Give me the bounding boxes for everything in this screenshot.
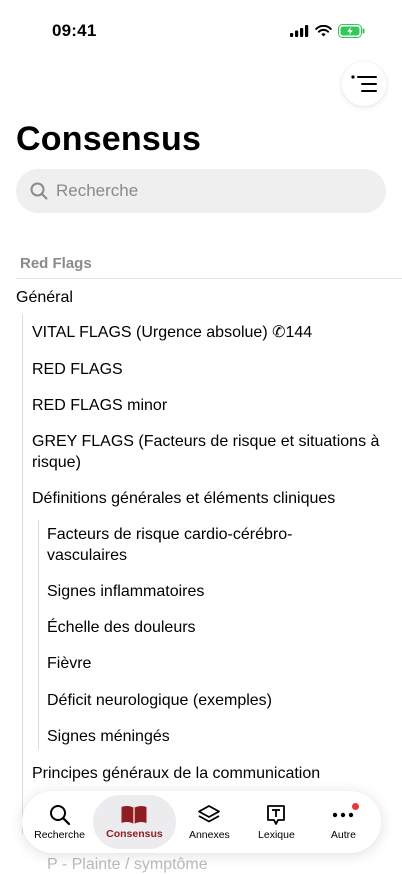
toc-item-general[interactable]: Général (16, 287, 73, 308)
open-book-icon (121, 805, 147, 824)
text-box-icon (267, 804, 286, 825)
tab-lexique[interactable]: Lexique (243, 795, 310, 849)
status-icons (290, 24, 366, 38)
toc-item-red-flags[interactable]: RED FLAGS (32, 359, 387, 380)
tab-autre[interactable]: Autre (310, 795, 377, 849)
page-title: Consensus (16, 120, 202, 158)
battery-charging-icon (338, 24, 366, 38)
toc-item-communication[interactable]: Principes généraux de la communication (32, 763, 387, 784)
toc-item-complaint[interactable]: P - Plainte / symptôme (47, 856, 208, 874)
tab-annexes[interactable]: Annexes (176, 795, 243, 849)
toc-item-vital-flags[interactable]: VITAL FLAGS (Urgence absolue) ✆144 (32, 322, 387, 343)
search-input[interactable] (56, 181, 356, 201)
tab-label: Annexes (188, 828, 230, 841)
outline-menu-button[interactable] (342, 62, 386, 106)
status-bar: 09:41 (0, 0, 402, 60)
status-time: 09:41 (52, 21, 97, 40)
toc-item-meningeal-signs[interactable]: Signes méningés (47, 726, 347, 747)
section-divider (16, 278, 402, 279)
cellular-signal-icon (290, 25, 309, 37)
tab-label: Autre (330, 828, 357, 841)
toc-item-neuro-deficit[interactable]: Déficit neurologique (exemples) (47, 690, 347, 711)
tab-label: Recherche (34, 828, 85, 841)
level1-guide-line (22, 314, 23, 834)
toc-item-fever[interactable]: Fièvre (47, 653, 347, 674)
search-bar[interactable] (16, 169, 386, 213)
toc-item-pain-scale[interactable]: Échelle des douleurs (47, 617, 347, 638)
magnifier-icon (49, 804, 70, 825)
toc-item-definitions[interactable]: Définitions générales et éléments cliniq… (32, 488, 387, 509)
toc-item-grey-flags[interactable]: GREY FLAGS (Facteurs de risque et situat… (32, 431, 387, 473)
wifi-icon (315, 25, 332, 37)
section-header: Red Flags (20, 255, 92, 272)
tab-bar: Recherche Consensus Annexes Lexique Autr… (22, 791, 381, 853)
screen: 09:41 Consensus Recherche Red Flags Géné… (0, 0, 402, 874)
search-icon (30, 182, 48, 200)
stacked-layers-icon (198, 804, 221, 822)
toc-item-inflammatory-signs[interactable]: Signes inflammatoires (47, 581, 347, 602)
notification-badge (352, 803, 359, 810)
toc-item-red-flags-minor[interactable]: RED FLAGS minor (32, 395, 387, 416)
tab-consensus[interactable]: Consensus (93, 795, 176, 849)
level2-guide-line (38, 520, 39, 750)
tab-recherche[interactable]: Recherche (26, 795, 93, 849)
tab-label: Consensus (106, 827, 163, 840)
toc-item-risk-factors[interactable]: Facteurs de risque cardio-cérébro-vascul… (47, 524, 347, 566)
list-outline-icon (351, 75, 377, 92)
tab-label: Lexique (258, 828, 295, 841)
